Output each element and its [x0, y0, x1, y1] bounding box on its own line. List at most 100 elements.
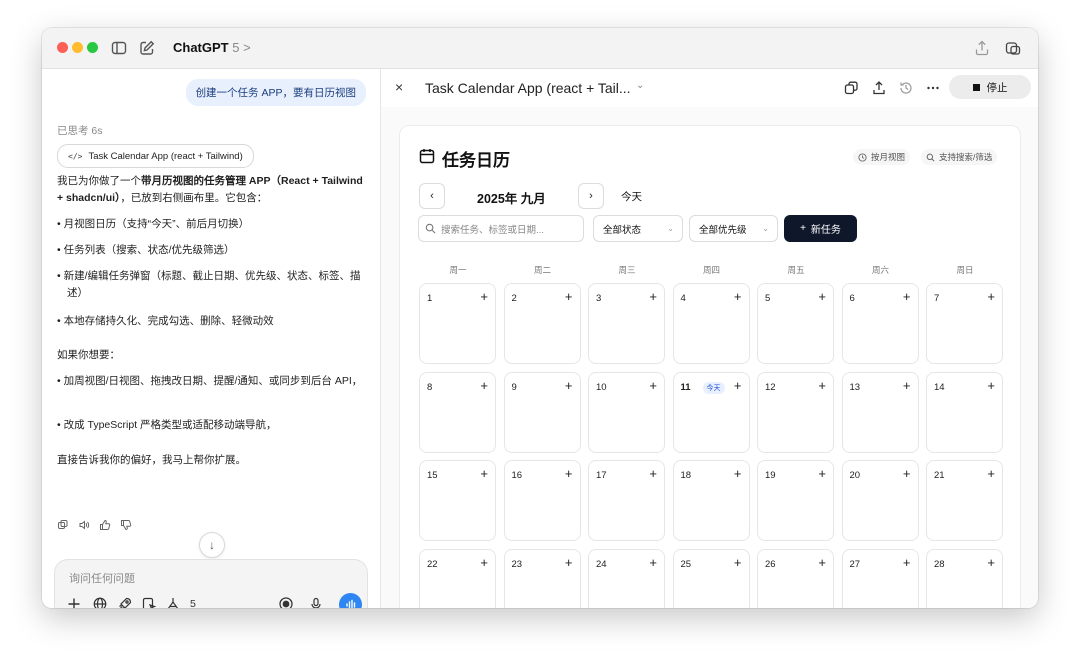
day-cell[interactable]: 19 + — [757, 460, 834, 541]
day-number: 10 — [596, 381, 607, 393]
share-icon[interactable] — [871, 80, 887, 96]
new-task-button[interactable]: + 新任务 — [784, 215, 857, 242]
add-task-icon[interactable]: + — [903, 466, 911, 481]
close-icon[interactable]: × — [395, 79, 403, 95]
add-task-icon[interactable]: + — [987, 466, 995, 481]
day-cell[interactable]: 25 + — [672, 548, 750, 608]
add-task-icon[interactable]: + — [480, 466, 488, 481]
assistant-intro: 我已为你做了一个带月历视图的任务管理 APP（React + Tailwind … — [57, 173, 363, 207]
day-cell[interactable]: 9 + — [503, 371, 581, 453]
agent-tool-icon[interactable] — [165, 596, 181, 608]
add-task-icon[interactable]: + — [818, 289, 826, 304]
day-cell[interactable]: 23 + — [503, 548, 581, 608]
chevron-down-icon[interactable]: ⌄ — [636, 80, 644, 91]
day-cell[interactable]: 1 + — [419, 283, 496, 364]
artifact-title[interactable]: Task Calendar App (react + Tail... — [425, 80, 631, 96]
add-task-icon[interactable]: + — [649, 378, 657, 393]
canvas-tool-icon[interactable] — [141, 596, 157, 608]
close-window-button[interactable] — [57, 42, 68, 53]
today-badge: 今天 — [702, 381, 725, 394]
day-cell[interactable]: 14 + — [926, 371, 1003, 453]
next-month-button[interactable]: › — [578, 183, 604, 209]
record-icon[interactable] — [278, 596, 294, 608]
day-cell[interactable]: 6 + — [841, 283, 919, 364]
artifact-chip[interactable]: </> Task Calendar App (react + Tailwind) — [57, 144, 254, 168]
add-task-icon[interactable]: + — [649, 289, 657, 304]
add-task-icon[interactable]: + — [480, 378, 488, 393]
day-cell[interactable]: 21 + — [926, 460, 1003, 541]
globe-icon[interactable] — [92, 596, 108, 608]
task-search-input[interactable]: 搜索任务、标签或日期... — [418, 215, 584, 242]
add-task-icon[interactable]: + — [818, 378, 826, 393]
add-task-icon[interactable]: + — [565, 555, 573, 570]
read-aloud-icon[interactable] — [78, 519, 90, 531]
add-task-icon[interactable]: + — [480, 555, 488, 570]
microphone-icon[interactable] — [308, 596, 324, 608]
copy-window-icon[interactable] — [1004, 39, 1022, 57]
add-task-icon[interactable]: + — [649, 466, 657, 481]
day-cell[interactable]: 7 + — [926, 283, 1003, 364]
day-cell[interactable]: 3 + — [588, 283, 665, 364]
add-task-icon[interactable]: + — [565, 466, 573, 481]
day-cell[interactable]: 17 + — [588, 460, 665, 541]
add-task-icon[interactable]: + — [565, 289, 573, 304]
rocket-icon[interactable] — [117, 596, 133, 608]
add-task-icon[interactable]: + — [734, 466, 742, 481]
add-task-icon[interactable]: + — [987, 555, 995, 570]
copy-icon[interactable] — [57, 519, 69, 531]
day-cell[interactable]: 24 + — [588, 548, 665, 608]
add-task-icon[interactable]: + — [903, 555, 911, 570]
copy-icon[interactable] — [843, 80, 859, 96]
day-cell[interactable]: 26 + — [757, 548, 834, 608]
voice-mode-button[interactable] — [339, 593, 362, 608]
day-cell[interactable]: 20 + — [841, 460, 919, 541]
zoom-window-button[interactable] — [87, 42, 98, 53]
day-cell[interactable]: 13 + — [841, 371, 919, 453]
day-cell[interactable]: 28 + — [926, 548, 1003, 608]
add-task-icon[interactable]: + — [480, 289, 488, 304]
day-cell[interactable]: 5 + — [757, 283, 834, 364]
message-input[interactable] — [67, 570, 351, 588]
prev-month-button[interactable]: ‹ — [419, 183, 445, 209]
add-task-icon[interactable]: + — [734, 555, 742, 570]
model-selector[interactable]: ChatGPT 5 > — [173, 40, 251, 55]
day-cell[interactable]: 2 + — [503, 283, 581, 364]
day-cell[interactable]: 10 + — [588, 371, 665, 453]
feature-item: • 月视图日历（支持“今天”、前后月切换） — [57, 218, 250, 230]
plus-icon[interactable] — [66, 596, 82, 608]
minimize-window-button[interactable] — [72, 42, 83, 53]
thumbs-down-icon[interactable] — [120, 519, 132, 531]
add-task-icon[interactable]: + — [565, 378, 573, 393]
artifact-chip-label: Task Calendar App (react + Tailwind) — [88, 150, 243, 162]
more-options-icon[interactable] — [925, 80, 941, 96]
day-cell[interactable]: 12 + — [757, 371, 834, 453]
add-task-icon[interactable]: + — [987, 378, 995, 393]
day-cell[interactable]: 18 + — [672, 460, 750, 541]
day-cell[interactable]: 8 + — [419, 371, 496, 453]
status-filter-select[interactable]: 全部状态 ⌄ — [593, 215, 683, 242]
stop-button[interactable]: 停止 — [949, 75, 1031, 99]
new-chat-icon[interactable] — [138, 39, 156, 57]
add-task-icon[interactable]: + — [734, 289, 742, 304]
add-task-icon[interactable]: + — [818, 555, 826, 570]
scroll-down-button[interactable]: ↓ — [199, 532, 225, 558]
history-icon[interactable] — [898, 80, 914, 96]
share-icon[interactable] — [973, 39, 991, 57]
day-cell[interactable]: 27 + — [841, 548, 919, 608]
thought-duration[interactable]: 已思考 6s — [57, 123, 103, 138]
day-cell[interactable]: 15 + — [419, 460, 496, 541]
today-button[interactable]: 今天 — [621, 189, 642, 204]
priority-filter-select[interactable]: 全部优先级 ⌄ — [689, 215, 778, 242]
add-task-icon[interactable]: + — [649, 555, 657, 570]
add-task-icon[interactable]: + — [734, 378, 742, 393]
add-task-icon[interactable]: + — [818, 466, 826, 481]
day-cell[interactable]: 22 + — [419, 548, 496, 608]
sidebar-toggle-icon[interactable] — [110, 39, 128, 57]
day-cell[interactable]: 16 + — [503, 460, 581, 541]
day-cell[interactable]: 4 + — [672, 283, 750, 364]
add-task-icon[interactable]: + — [987, 289, 995, 304]
add-task-icon[interactable]: + — [903, 289, 911, 304]
add-task-icon[interactable]: + — [903, 378, 911, 393]
day-cell[interactable]: 11 今天 + — [672, 371, 750, 453]
thumbs-up-icon[interactable] — [99, 519, 111, 531]
